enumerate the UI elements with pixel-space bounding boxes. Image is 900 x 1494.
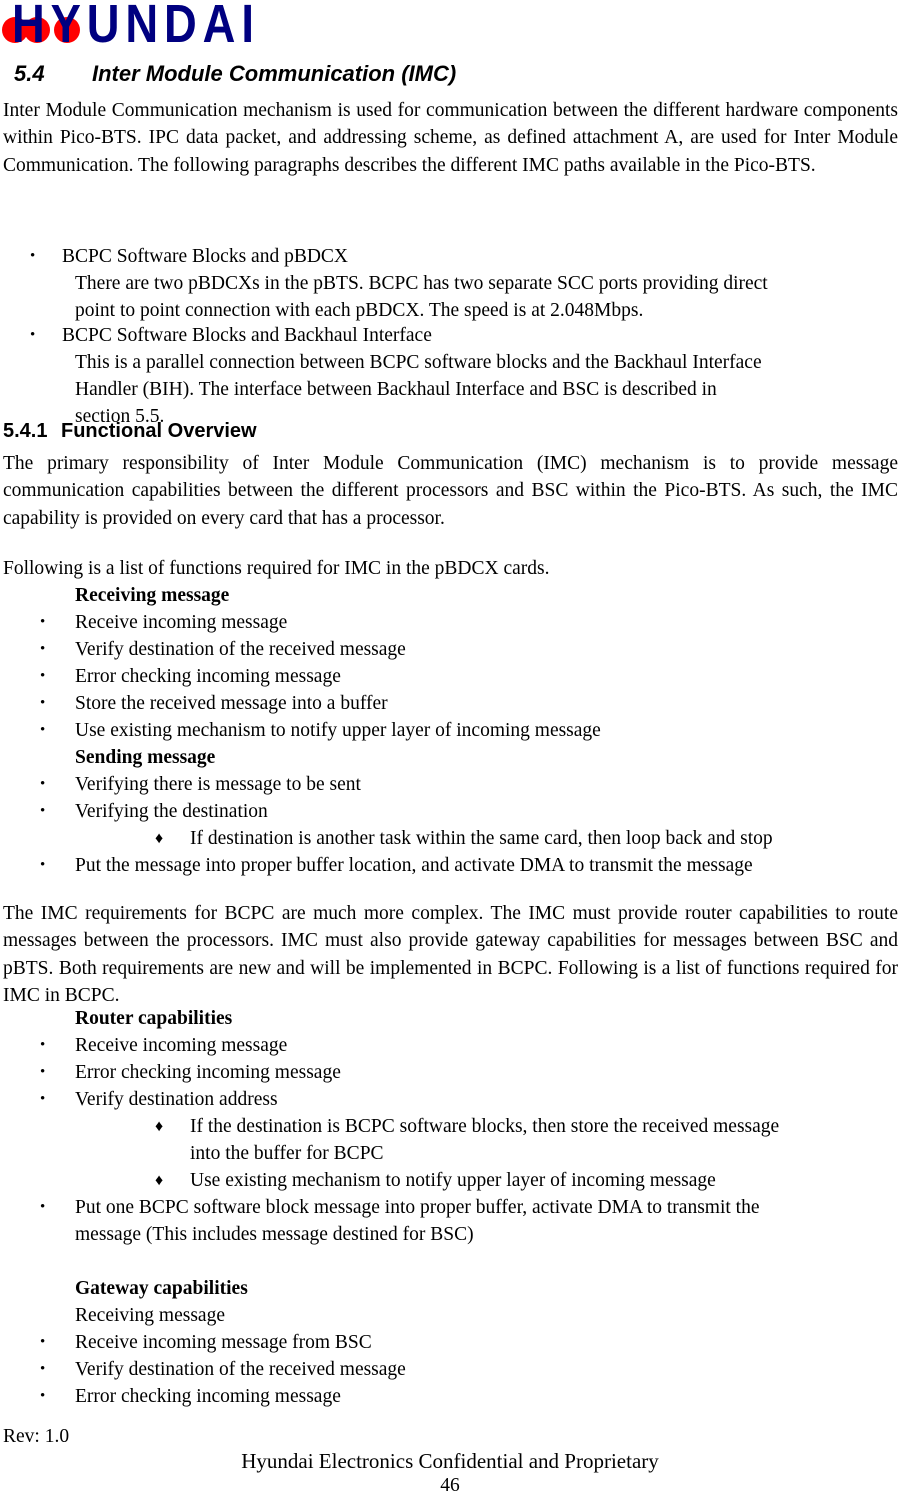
bullet-icon: •: [40, 1388, 46, 1404]
list-item: Put the message into proper buffer locat…: [75, 855, 753, 876]
pbdcx-receiving-header: Receiving message: [75, 585, 230, 606]
list-item: Receive incoming message: [75, 1035, 288, 1056]
list-item: Error checking incoming message: [75, 666, 341, 687]
diamond-bullet-icon: ♦: [155, 830, 164, 847]
imc-path-2-body-line-1: This is a parallel connection between BC…: [75, 352, 762, 373]
list-item: Store the received message into a buffer: [75, 693, 388, 714]
bullet-icon: •: [40, 1334, 46, 1350]
diamond-bullet-icon: ♦: [155, 1172, 164, 1189]
sub-list-item-cont: into the buffer for BCPC: [190, 1143, 384, 1164]
sub-list-item: If the destination is BCPC software bloc…: [190, 1116, 780, 1137]
bullet-icon: •: [40, 641, 46, 657]
bullet-icon: •: [30, 327, 36, 343]
bcpc-router-header: Router capabilities: [75, 1008, 233, 1029]
heading-5-4-1-title: Functional Overview: [61, 420, 257, 442]
imc-path-1-title: BCPC Software Blocks and pBDCX: [62, 246, 349, 267]
bullet-icon: •: [40, 1037, 46, 1053]
intro-paragraph: Inter Module Communication mechanism is …: [3, 100, 898, 176]
imc-path-2-body-line-2: Handler (BIH). The interface between Bac…: [75, 379, 717, 400]
pbdcx-sending-header: Sending message: [75, 747, 216, 768]
list-item: Receive incoming message: [75, 612, 288, 633]
list-item: Put one BCPC software block message into…: [75, 1197, 760, 1218]
bcpc-gateway-header: Gateway capabilities: [75, 1278, 248, 1299]
bullet-icon: •: [40, 1361, 46, 1377]
bullet-icon: •: [40, 857, 46, 873]
list-item: Error checking incoming message: [75, 1386, 341, 1407]
diamond-bullet-icon: ♦: [155, 1118, 164, 1135]
bullet-icon: •: [40, 722, 46, 738]
bullet-icon: •: [40, 1064, 46, 1080]
list-item: Verify destination address: [75, 1089, 278, 1110]
hyundai-logo: HYUNDAI: [0, 0, 330, 54]
bullet-icon: •: [30, 248, 36, 264]
bullet-icon: •: [40, 1091, 46, 1107]
bcpc-requirements-paragraph: The IMC requirements for BCPC are much m…: [3, 903, 898, 1007]
list-item: Verifying there is message to be sent: [75, 774, 361, 795]
imc-path-2-title: BCPC Software Blocks and Backhaul Interf…: [62, 325, 432, 346]
list-item: Error checking incoming message: [75, 1062, 341, 1083]
document-page: HYUNDAI 5.4 Inter Module Communication (I…: [0, 0, 900, 1494]
list-item: Verify destination of the received messa…: [75, 639, 406, 660]
bullet-icon: •: [40, 776, 46, 792]
list-item: Verifying the destination: [75, 801, 268, 822]
heading-section-5-4: 5.4 Inter Module Communication (IMC): [14, 61, 456, 87]
functional-overview-paragraph: The primary responsibility of Inter Modu…: [3, 453, 898, 529]
pbdcx-intro-line: Following is a list of functions require…: [3, 558, 550, 579]
footer-revision: Rev: 1.0: [3, 1426, 70, 1447]
list-item: Verify destination of the received messa…: [75, 1359, 406, 1380]
heading-5-4-1-number: 5.4.1: [3, 420, 48, 442]
logo-wordmark: HYUNDAI: [12, 0, 260, 54]
list-item-cont: message (This includes message destined …: [75, 1224, 474, 1245]
sub-list-item: Use existing mechanism to notify upper l…: [190, 1170, 716, 1191]
heading-section-5-4-1: 5.4.1 Functional Overview: [3, 419, 257, 443]
list-item: Receive incoming message from BSC: [75, 1332, 372, 1353]
bullet-icon: •: [40, 1199, 46, 1215]
bullet-icon: •: [40, 695, 46, 711]
sub-list-item: If destination is another task within th…: [190, 828, 773, 849]
footer-confidential-notice: Hyundai Electronics Confidential and Pro…: [241, 1449, 659, 1473]
heading-5-4-title: Inter Module Communication (IMC): [92, 61, 457, 86]
imc-path-1-body-line-1: There are two pBDCXs in the pBTS. BCPC h…: [75, 273, 768, 294]
imc-path-1-body-line-2: point to point connection with each pBDC…: [75, 300, 644, 321]
heading-5-4-number: 5.4: [14, 61, 45, 86]
bcpc-gateway-subheader: Receiving message: [75, 1305, 225, 1326]
bullet-icon: •: [40, 614, 46, 630]
bullet-icon: •: [40, 668, 46, 684]
footer-page-number: 46: [440, 1475, 460, 1494]
list-item: Use existing mechanism to notify upper l…: [75, 720, 601, 741]
bullet-icon: •: [40, 803, 46, 819]
